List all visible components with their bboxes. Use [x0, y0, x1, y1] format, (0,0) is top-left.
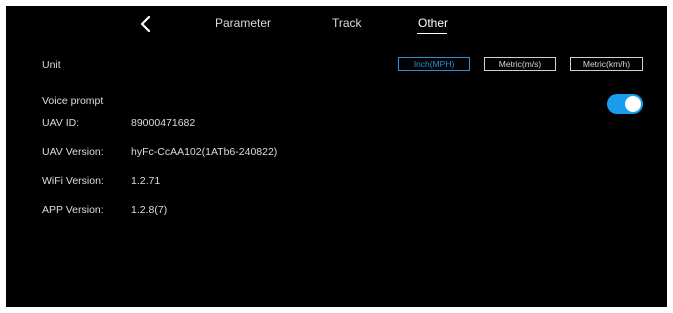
tab-parameter[interactable]: Parameter — [215, 16, 271, 30]
tab-track[interactable]: Track — [332, 16, 362, 30]
tab-other[interactable]: Other — [418, 16, 448, 30]
uav-version-label: UAV Version: — [42, 146, 104, 158]
voice-prompt-label: Voice prompt — [42, 95, 104, 107]
chevron-left-icon — [140, 15, 151, 33]
wifi-version-value: 1.2.71 — [131, 175, 161, 187]
voice-prompt-toggle[interactable] — [607, 94, 643, 114]
toggle-knob — [625, 96, 641, 112]
unit-metric-ms-button[interactable]: Metric(m/s) — [484, 57, 556, 71]
active-tab-indicator — [417, 33, 447, 34]
uav-version-value: hyFc-CcAA102(1ATb6-240822) — [131, 146, 278, 158]
back-button[interactable] — [138, 14, 154, 34]
app-version-label: APP Version: — [42, 204, 104, 216]
unit-inch-mph-button[interactable]: Inch(MPH) — [398, 57, 470, 71]
wifi-version-label: WiFi Version: — [42, 175, 104, 187]
uav-id-label: UAV ID: — [42, 117, 80, 129]
uav-id-value: 89000471682 — [131, 117, 196, 129]
app-version-value: 1.2.8(7) — [131, 204, 168, 216]
settings-screen: Parameter Track Other Unit Inch(MPH) Met… — [6, 6, 667, 307]
unit-metric-kmh-button[interactable]: Metric(km/h) — [570, 57, 643, 71]
unit-label: Unit — [42, 59, 61, 71]
